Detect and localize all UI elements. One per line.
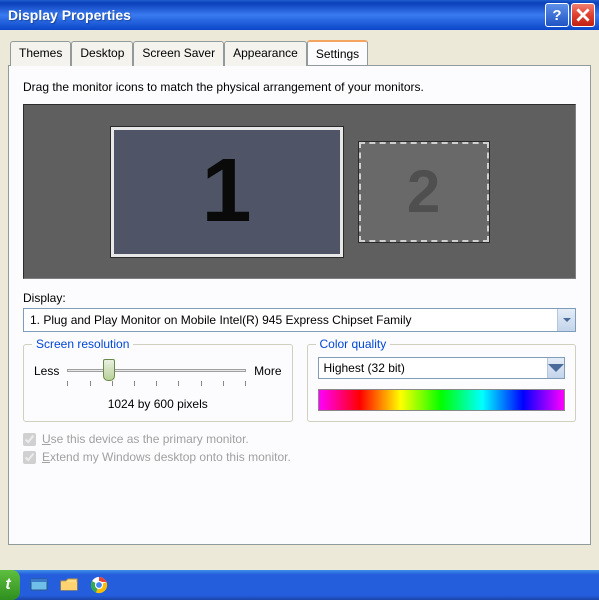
tab-settings[interactable]: Settings [307,40,368,65]
start-button[interactable]: t [0,570,20,600]
show-desktop-icon[interactable] [28,574,50,596]
color-quality-dropdown[interactable]: Highest (32 bit) [318,357,566,379]
slider-ticks [67,381,246,389]
titlebar[interactable]: Display Properties ? [0,0,599,30]
extend-desktop-checkbox-row: Extend my Windows desktop onto this moni… [23,450,576,464]
resolution-less-label: Less [34,364,59,378]
chrome-icon[interactable] [88,574,110,596]
screen-resolution-group: Screen resolution Less More 1024 by 600 … [23,344,293,422]
chrome-browser-icon [90,576,108,594]
resolution-slider[interactable] [67,359,246,383]
taskbar[interactable]: t [0,570,599,600]
dropdown-arrow-icon [547,358,564,378]
monitor-arrangement-area[interactable]: 1 2 [23,104,576,279]
resolution-value: 1024 by 600 pixels [34,397,282,411]
extend-desktop-checkbox [23,451,36,464]
resolution-more-label: More [254,364,281,378]
display-dropdown-value: 1. Plug and Play Monitor on Mobile Intel… [24,313,557,327]
window-title: Display Properties [8,7,543,23]
display-label: Display: [23,291,576,305]
tab-themes[interactable]: Themes [10,41,71,66]
tab-screen-saver[interactable]: Screen Saver [133,41,224,66]
color-quality-value: Highest (32 bit) [319,361,548,375]
color-quality-legend: Color quality [316,337,391,351]
monitor-1-label: 1 [201,140,251,243]
close-icon [576,8,590,22]
primary-monitor-checkbox-row: Use this device as the primary monitor. [23,432,576,446]
color-quality-group: Color quality Highest (32 bit) [307,344,577,422]
desktop-icon [30,576,48,594]
primary-monitor-label: Use this device as the primary monitor. [42,432,249,446]
primary-monitor-checkbox [23,433,36,446]
slider-thumb[interactable] [103,359,115,381]
dialog-body: Themes Desktop Screen Saver Appearance S… [0,30,599,545]
tab-appearance[interactable]: Appearance [224,41,307,66]
close-button[interactable] [571,3,595,27]
help-icon: ? [552,7,561,24]
extend-desktop-label: Extend my Windows desktop onto this moni… [42,450,291,464]
monitor-2-label: 2 [407,157,440,226]
color-spectrum-icon [318,389,566,411]
screen-resolution-legend: Screen resolution [32,337,133,351]
folder-icon [60,576,78,594]
tab-strip: Themes Desktop Screen Saver Appearance S… [10,40,591,65]
help-button[interactable]: ? [545,3,569,27]
tab-panel-settings: Drag the monitor icons to match the phys… [8,65,591,545]
tab-desktop[interactable]: Desktop [71,41,133,66]
instruction-text: Drag the monitor icons to match the phys… [23,80,576,94]
explorer-icon[interactable] [58,574,80,596]
monitor-2[interactable]: 2 [359,142,489,242]
monitor-1[interactable]: 1 [111,127,343,257]
slider-track [67,369,246,372]
display-dropdown[interactable]: 1. Plug and Play Monitor on Mobile Intel… [23,308,576,332]
dropdown-arrow-icon [557,309,575,331]
